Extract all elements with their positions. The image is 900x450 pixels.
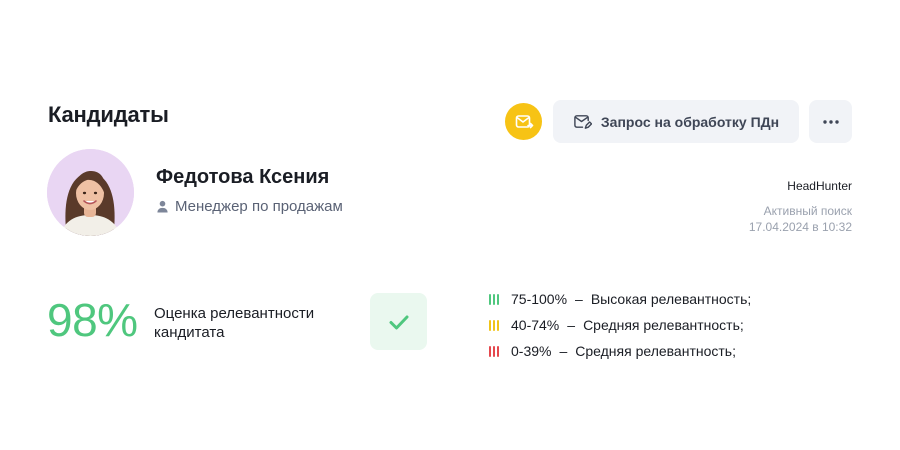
legend-range: 75-100% [511, 291, 568, 307]
status-date: 17.04.2024 в 10:32 [748, 220, 852, 234]
pd-request-label: Запрос на обработку ПДн [600, 113, 780, 130]
relevance-score: 98% [47, 294, 138, 346]
send-mail-button[interactable] [505, 103, 542, 140]
legend-item-high: 75-100% – Высокая релевантность; [489, 286, 751, 312]
candidate-role: Менеджер по продажам [156, 198, 343, 215]
candidate-name[interactable]: Федотова Ксения [156, 166, 329, 189]
candidate-avatar[interactable] [47, 149, 134, 236]
relevance-legend: 75-100% – Высокая релевантность; 40-74% … [489, 286, 751, 364]
bars-medium-icon [489, 319, 499, 331]
bar [493, 345, 495, 357]
relevance-score-label: Оценка релевантности кандитата [154, 305, 315, 341]
mail-forward-icon [515, 114, 533, 128]
relevance-check-badge [370, 293, 427, 350]
bars-high-icon [489, 293, 499, 305]
source-label: HeadHunter [787, 179, 852, 193]
legend-dash: – [559, 343, 568, 359]
bar [493, 319, 495, 331]
legend-range: 40-74% [511, 317, 560, 333]
bar [489, 319, 491, 331]
more-dots-icon [822, 119, 839, 124]
page-title: Кандидаты [48, 102, 169, 127]
bar [489, 345, 491, 357]
legend-dash: – [575, 291, 583, 307]
bar [497, 345, 499, 357]
avatar-photo [47, 149, 134, 236]
pd-request-button[interactable]: Запрос на обработку ПДн [553, 100, 799, 143]
legend-text: Высокая релевантность; [590, 291, 752, 307]
bar [489, 293, 491, 305]
search-status: Активный поиск [763, 204, 852, 218]
bar [493, 293, 495, 305]
legend-text: Средняя релевантность; [575, 343, 736, 359]
legend-text: Средняя релевантность; [583, 317, 744, 333]
user-icon [157, 200, 168, 213]
bars-low-icon [489, 345, 499, 357]
bar [497, 293, 499, 305]
legend-range: 0-39% [511, 343, 552, 359]
legend-dash: – [567, 317, 576, 333]
legend-item-medium: 40-74% – Средняя релевантность; [489, 312, 751, 338]
legend-item-low: 0-39% – Средняя релевантность; [489, 338, 751, 364]
mail-edit-icon [574, 115, 592, 129]
more-options-button[interactable] [809, 100, 852, 143]
check-icon [389, 315, 408, 329]
candidate-role-label: Менеджер по продажам [175, 198, 343, 215]
bar [497, 319, 499, 331]
